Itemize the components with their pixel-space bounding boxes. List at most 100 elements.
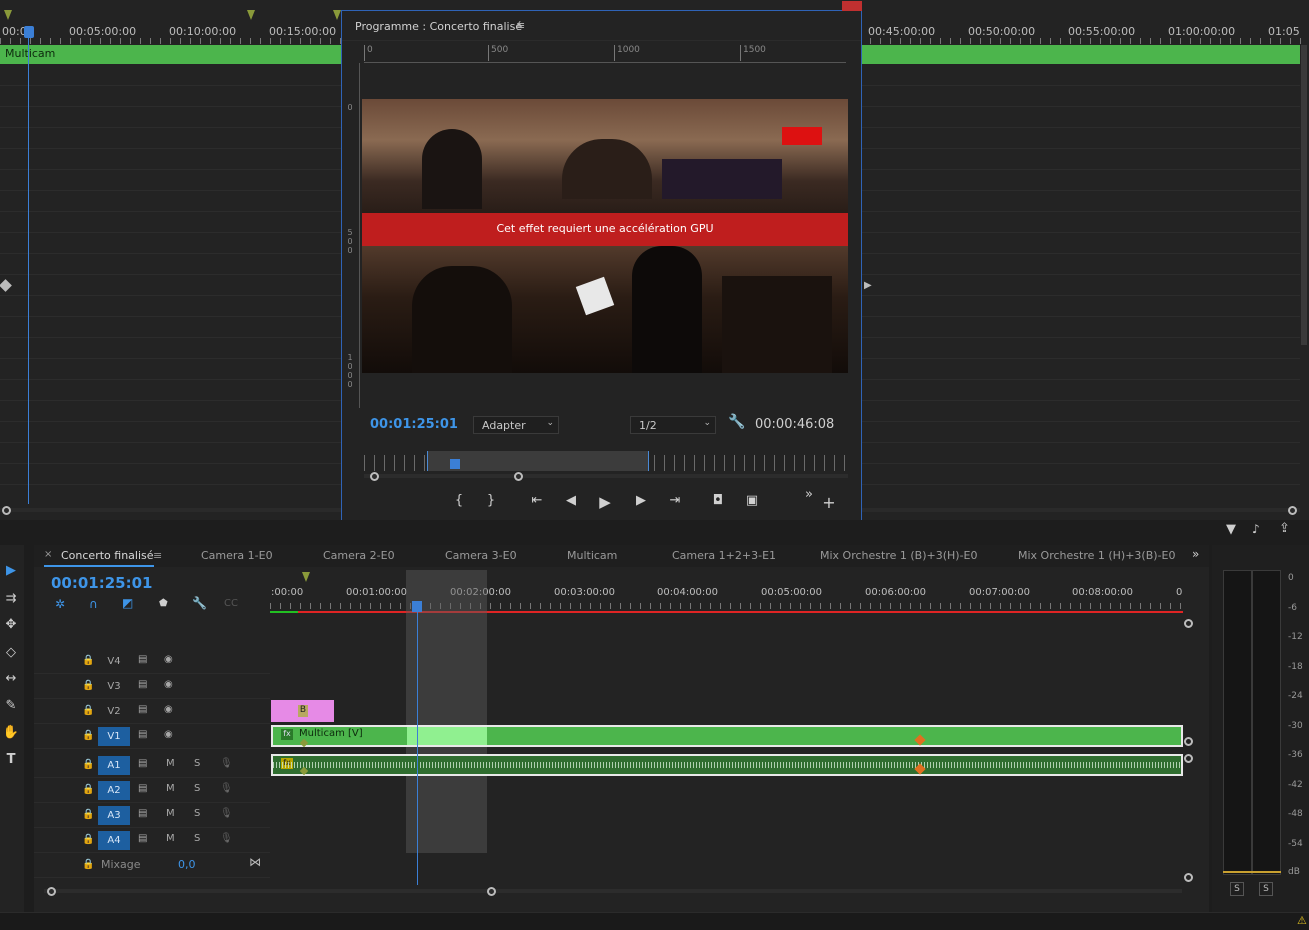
go-to-out-button[interactable]: ⇥ xyxy=(666,493,684,508)
snap-magnet-icon[interactable]: ∩ xyxy=(89,597,98,611)
hamburger-icon[interactable]: ≡ xyxy=(516,19,525,32)
close-tab-icon[interactable]: × xyxy=(44,549,52,560)
v2-pink-clip[interactable]: B xyxy=(271,700,334,722)
resolution-select[interactable]: 1/2 ⌄ xyxy=(630,416,716,434)
mute-button[interactable]: M xyxy=(166,783,175,794)
vertical-scrollbar[interactable] xyxy=(1301,45,1307,345)
marker-icon[interactable] xyxy=(302,572,310,582)
tabs-overflow-button[interactable]: » xyxy=(1192,547,1199,561)
marker-icon[interactable] xyxy=(247,10,255,20)
film-icon[interactable]: ▤ xyxy=(138,833,147,844)
filter-icon[interactable]: ▼ xyxy=(1226,522,1236,537)
mute-button[interactable]: M xyxy=(166,758,175,769)
play-button[interactable]: ▶ xyxy=(596,493,614,511)
program-video-frame[interactable]: Cet effet requiert une accélération GPU xyxy=(362,99,848,373)
track-select-tool-icon[interactable]: ⇉ xyxy=(2,591,20,606)
hamburger-icon[interactable]: ≡ xyxy=(153,549,162,562)
eye-icon[interactable]: ◉ xyxy=(164,654,173,665)
film-icon[interactable]: ▤ xyxy=(138,783,147,794)
audio-output-icon[interactable]: ♪ xyxy=(1252,522,1260,536)
microphone-icon[interactable]: 🎙 xyxy=(220,833,233,844)
scroll-handle-bottom-icon[interactable] xyxy=(1184,873,1193,882)
step-forward-button[interactable]: ▶ xyxy=(632,493,650,508)
lock-icon[interactable]: 🔒 xyxy=(82,680,94,691)
camera-icon[interactable]: ◘ xyxy=(709,493,727,508)
scroll-handle-left-icon[interactable] xyxy=(370,472,379,481)
razor-tool-icon[interactable]: ◇ xyxy=(2,645,20,660)
program-playhead-icon[interactable] xyxy=(450,459,460,469)
v1-multicam-clip[interactable]: fx Multicam [V] xyxy=(271,725,1183,747)
add-marker-icon[interactable]: ⬟ xyxy=(159,598,168,609)
track-name-v3[interactable]: V3 xyxy=(98,677,130,696)
tab-camera-3[interactable]: Camera 3-E0 xyxy=(445,549,517,562)
compare-icon[interactable]: ▣ xyxy=(743,493,761,508)
selection-tool-icon[interactable]: ▶ xyxy=(2,563,20,578)
mute-button[interactable]: M xyxy=(166,808,175,819)
scroll-handle-icon[interactable] xyxy=(1184,754,1193,763)
film-icon[interactable]: ▤ xyxy=(138,704,147,715)
eye-icon[interactable]: ◉ xyxy=(164,679,173,690)
sequence-timecode[interactable]: 00:01:25:01 xyxy=(51,574,153,592)
film-icon[interactable]: ▤ xyxy=(138,729,147,740)
film-icon[interactable]: ▤ xyxy=(138,654,147,665)
solo-button[interactable]: S xyxy=(194,833,200,844)
track-name-a1[interactable]: A1 xyxy=(98,756,130,775)
solo-button[interactable]: S xyxy=(194,783,200,794)
mix-expand-icon[interactable]: ⋈ xyxy=(249,855,261,869)
add-button[interactable]: + xyxy=(820,493,838,512)
wrench-icon[interactable]: 🔧 xyxy=(728,414,745,430)
tab-camera-1[interactable]: Camera 1-E0 xyxy=(201,549,273,562)
ripple-edit-tool-icon[interactable]: ✥ xyxy=(2,617,20,632)
solo-button[interactable]: S xyxy=(194,808,200,819)
nest-icon[interactable]: ✲ xyxy=(55,597,65,611)
tab-mix-orchestre-h[interactable]: Mix Orchestre 1 (H)+3(B)-E0 xyxy=(1018,549,1175,562)
track-name-v1[interactable]: V1 xyxy=(98,727,130,746)
tab-camera-2[interactable]: Camera 2-E0 xyxy=(323,549,395,562)
lock-icon[interactable]: 🔒 xyxy=(82,784,94,795)
solo-button[interactable]: S xyxy=(194,758,200,769)
tab-concerto-finalise[interactable]: Concerto finalisé xyxy=(61,549,154,562)
eye-icon[interactable]: ◉ xyxy=(164,729,173,740)
nav-right-icon[interactable]: ▶ xyxy=(864,280,872,291)
lock-icon[interactable]: 🔒 xyxy=(82,730,94,741)
type-tool-icon[interactable]: T xyxy=(2,752,20,767)
tab-multicam[interactable]: Multicam xyxy=(567,549,617,562)
tab-mix-orchestre-b[interactable]: Mix Orchestre 1 (B)+3(H)-E0 xyxy=(820,549,977,562)
solo-right-button[interactable]: S xyxy=(1259,882,1273,896)
export-icon[interactable]: ⇪ xyxy=(1279,521,1290,536)
mark-in-button[interactable]: { xyxy=(450,493,468,508)
scroll-handle-top-icon[interactable] xyxy=(1184,619,1193,628)
mark-out-button[interactable]: } xyxy=(482,493,500,508)
film-icon[interactable]: ▤ xyxy=(138,679,147,690)
scroll-handle-left-icon[interactable] xyxy=(47,887,56,896)
captions-icon[interactable]: CC xyxy=(224,598,238,609)
solo-left-button[interactable]: S xyxy=(1230,882,1244,896)
mute-button[interactable]: M xyxy=(166,833,175,844)
lock-icon[interactable]: 🔒 xyxy=(82,809,94,820)
film-icon[interactable]: ▤ xyxy=(138,808,147,819)
microphone-icon[interactable]: 🎙 xyxy=(220,808,233,819)
track-name-v2[interactable]: V2 xyxy=(98,702,130,721)
track-name-v4[interactable]: V4 xyxy=(98,652,130,671)
go-to-in-button[interactable]: ⇤ xyxy=(528,493,546,508)
track-name-a4[interactable]: A4 xyxy=(98,831,130,850)
scroll-handle-left-icon[interactable] xyxy=(2,506,11,515)
zoom-level-select[interactable]: Adapter ⌄ xyxy=(473,416,559,434)
marker-icon[interactable] xyxy=(4,10,12,20)
microphone-icon[interactable]: 🎙 xyxy=(220,783,233,794)
in-out-range[interactable] xyxy=(427,451,649,471)
scroll-handle-right-icon[interactable] xyxy=(487,887,496,896)
marker-icon[interactable] xyxy=(333,10,341,20)
keyframe-icon[interactable] xyxy=(0,279,12,292)
pen-tool-icon[interactable]: ✎ xyxy=(2,698,20,713)
film-icon[interactable]: ▤ xyxy=(138,758,147,769)
track-name-a3[interactable]: A3 xyxy=(98,806,130,825)
eye-icon[interactable]: ◉ xyxy=(164,704,173,715)
scroll-handle-icon[interactable] xyxy=(1184,737,1193,746)
wrench-icon[interactable]: 🔧 xyxy=(192,596,207,610)
lock-icon[interactable]: 🔒 xyxy=(82,705,94,716)
more-controls-button[interactable]: » xyxy=(800,487,818,502)
lock-icon[interactable]: 🔒 xyxy=(82,834,94,845)
source-playhead-handle-icon[interactable] xyxy=(24,26,34,38)
warning-icon[interactable]: ⚠ xyxy=(1297,914,1307,927)
